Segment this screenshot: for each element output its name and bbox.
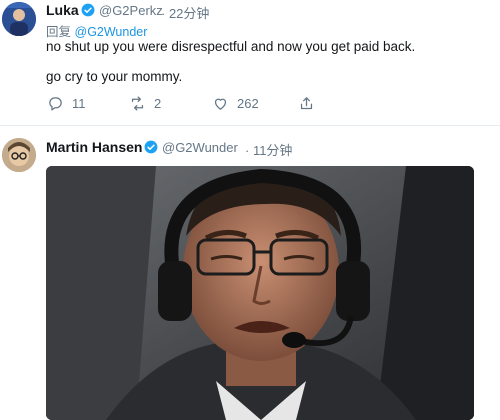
avatar-martin-hansen[interactable] [2, 138, 36, 172]
reply-prefix: 回复 [46, 25, 72, 39]
author-name[interactable]: Luka [46, 2, 79, 18]
tweet-time[interactable]: · 11分钟 [245, 140, 292, 159]
retweet-count: 2 [154, 95, 162, 111]
verified-badge-icon [144, 140, 158, 154]
tweet-luka: Luka @G2Perkz · 22分钟 回复 @G2Wunder no shu… [0, 0, 500, 125]
tweet-text-line: no shut up you were disrespectful and no… [46, 39, 416, 54]
like-count: 262 [237, 95, 259, 111]
crying-man-photo [46, 166, 474, 420]
tweet-text-line: go cry to your mommy. [46, 69, 183, 84]
reply-button[interactable]: 11 [47, 93, 86, 113]
author-name[interactable]: Martin Hansen [46, 139, 142, 155]
tweet-martin-hansen: Martin Hansen @G2Wunder · 11分钟 [0, 125, 500, 420]
tweet-time[interactable]: · 22分钟 [161, 3, 209, 22]
like-button[interactable]: 262 [212, 93, 259, 113]
share-icon [300, 96, 313, 109]
author-handle[interactable]: @G2Wunder [162, 140, 238, 155]
avatar-luka[interactable] [2, 2, 36, 36]
share-button[interactable] [298, 93, 315, 113]
retweet-icon [131, 95, 144, 111]
reply-count: 11 [72, 95, 86, 111]
reply-context: 回复 @G2Wunder [46, 21, 147, 40]
author-handle[interactable]: @G2Perkz [99, 3, 163, 18]
reply-icon [49, 96, 62, 111]
retweet-button[interactable]: 2 [129, 93, 161, 113]
reply-handle-link[interactable]: @G2Wunder [75, 25, 148, 39]
verified-badge-icon [81, 3, 95, 17]
tweet-media-image[interactable] [46, 166, 474, 420]
like-icon [214, 98, 227, 110]
